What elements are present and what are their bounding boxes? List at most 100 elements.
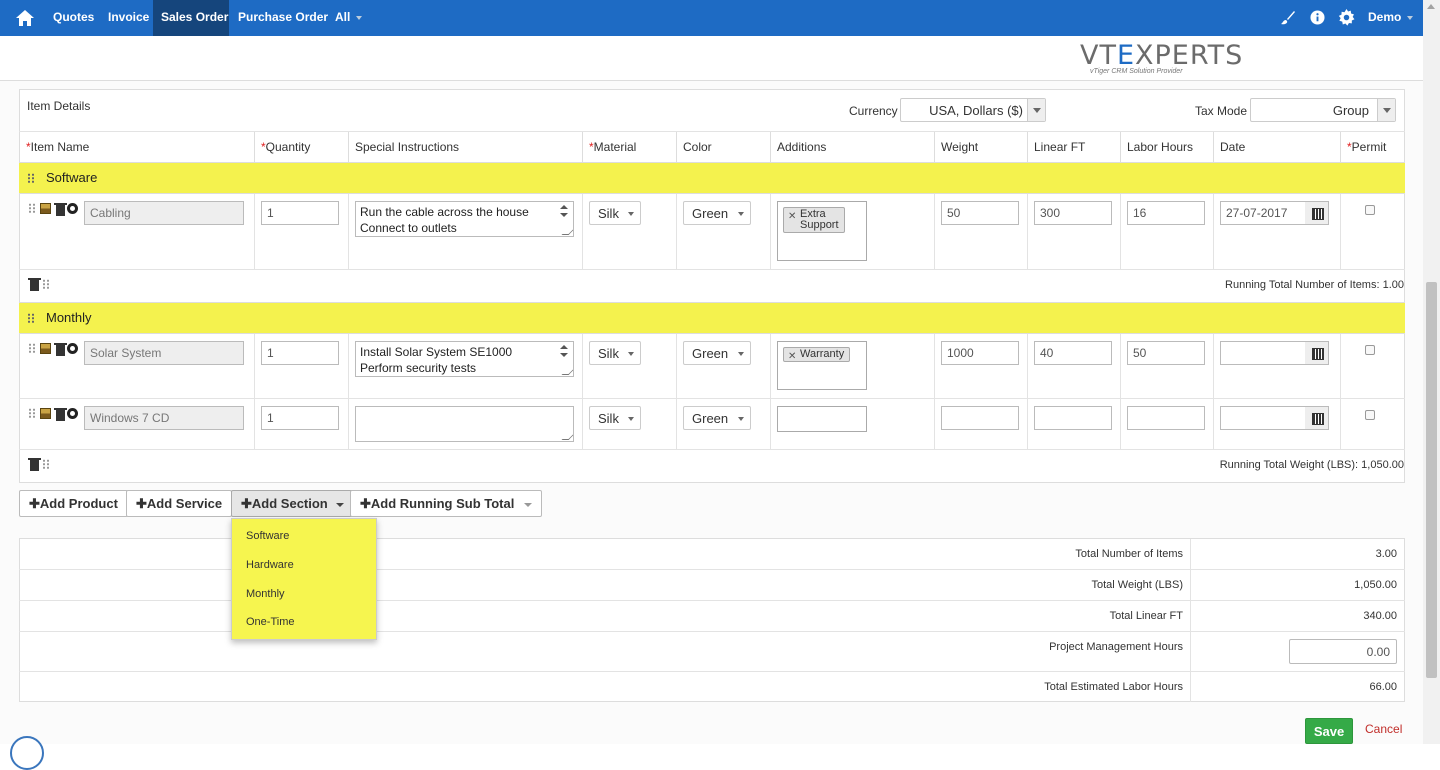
quantity-input[interactable]: 1 (261, 406, 339, 430)
total-labor-hours-value: 66.00 (1369, 681, 1397, 693)
add-product-button[interactable]: ✚Add Product (19, 490, 128, 517)
section-header-monthly[interactable]: Monthly (19, 302, 1405, 334)
item-name-input[interactable]: Solar System (84, 341, 244, 365)
labor-hours-input[interactable]: 50 (1127, 341, 1205, 365)
labor-hours-input[interactable] (1127, 406, 1205, 430)
color-select[interactable]: Green (683, 341, 751, 365)
scroll-thumb[interactable] (1426, 282, 1437, 678)
delete-icon[interactable] (54, 343, 67, 356)
gear-icon[interactable] (1338, 9, 1355, 26)
labor-hours-input[interactable]: 16 (1127, 201, 1205, 225)
nav-all[interactable]: All (327, 0, 370, 36)
image-icon[interactable] (40, 343, 51, 354)
add-section-button[interactable]: ✚Add Section (231, 490, 354, 517)
brush-icon[interactable] (1280, 10, 1296, 26)
permit-checkbox[interactable] (1365, 345, 1375, 355)
calendar-icon[interactable] (1305, 406, 1329, 430)
addition-chip[interactable]: ✕ Extra Support (783, 207, 845, 233)
linear-ft-input[interactable] (1034, 406, 1112, 430)
permit-checkbox[interactable] (1365, 205, 1375, 215)
remove-chip-icon[interactable]: ✕ (788, 351, 796, 362)
date-input[interactable]: 27-07-2017 (1220, 201, 1306, 225)
divider (348, 194, 349, 269)
weight-input[interactable]: 1000 (941, 341, 1019, 365)
remove-circle-icon[interactable] (67, 203, 78, 214)
chevron-down-icon (1377, 99, 1395, 121)
material-select[interactable]: Silk (589, 341, 641, 365)
save-button[interactable]: Save (1305, 718, 1353, 744)
drag-handle-icon[interactable] (28, 343, 35, 353)
calendar-icon[interactable] (1305, 341, 1329, 365)
drag-handle-icon[interactable] (28, 203, 35, 213)
material-select[interactable]: Silk (589, 406, 641, 430)
nav-invoice[interactable]: Invoice (100, 0, 157, 36)
spinner-icon[interactable] (560, 345, 569, 359)
col-color: Color (676, 132, 712, 162)
instruction-line: Perform security tests (360, 361, 477, 375)
item-name-input[interactable]: Windows 7 CD (84, 406, 244, 430)
user-menu[interactable]: Demo (1360, 0, 1421, 36)
page-scrollbar[interactable] (1423, 0, 1440, 744)
color-select[interactable]: Green (683, 406, 751, 430)
chat-widget-icon[interactable] (10, 736, 44, 770)
material-value: Silk (598, 206, 619, 221)
addition-chip[interactable]: ✕ Warranty (783, 347, 851, 362)
special-instructions-textarea[interactable]: Run the cable across the house Connect to… (355, 201, 574, 237)
divider (1340, 334, 1341, 449)
remove-circle-icon[interactable] (67, 408, 78, 419)
menu-item-monthly[interactable]: Monthly (246, 588, 285, 600)
currency-select[interactable]: USA, Dollars ($) (900, 98, 1046, 122)
linear-ft-input[interactable]: 300 (1034, 201, 1112, 225)
image-icon[interactable] (40, 203, 51, 214)
info-icon[interactable] (1310, 10, 1325, 25)
delete-icon[interactable] (54, 203, 67, 216)
additions-multiselect[interactable]: ✕ Extra Support (777, 201, 867, 261)
total-linear-ft-value: 340.00 (1363, 610, 1397, 622)
menu-item-software[interactable]: Software (246, 530, 289, 542)
section-header-software[interactable]: Software (19, 162, 1405, 194)
image-icon[interactable] (40, 408, 51, 419)
resize-handle-icon[interactable] (561, 433, 573, 440)
tax-mode-select[interactable]: Group (1250, 98, 1396, 122)
menu-item-one-time[interactable]: One-Time (246, 616, 295, 628)
menu-item-hardware[interactable]: Hardware (246, 559, 294, 571)
drag-handle-icon[interactable] (42, 459, 49, 469)
remove-chip-icon[interactable]: ✕ (788, 211, 796, 222)
project-management-hours-input[interactable]: 0.00 (1289, 639, 1397, 664)
delete-section-icon[interactable] (28, 458, 41, 471)
linear-ft-input[interactable]: 40 (1034, 341, 1112, 365)
material-select[interactable]: Silk (589, 201, 641, 225)
delete-icon[interactable] (54, 408, 67, 421)
special-instructions-textarea[interactable] (355, 406, 574, 442)
permit-checkbox[interactable] (1365, 410, 1375, 420)
additions-multiselect[interactable] (777, 406, 867, 432)
add-service-button[interactable]: ✚Add Service (126, 490, 233, 517)
additions-multiselect[interactable]: ✕ Warranty (777, 341, 867, 390)
item-name-input[interactable]: Cabling (84, 201, 244, 225)
date-input[interactable] (1220, 406, 1306, 430)
delete-section-icon[interactable] (28, 278, 41, 291)
add-running-sub-total-button[interactable]: ✚Add Running Sub Total (350, 490, 543, 517)
quantity-input[interactable]: 1 (261, 341, 339, 365)
drag-handle-icon[interactable] (42, 279, 49, 289)
nav-purchase-order[interactable]: Purchase Order (230, 0, 336, 36)
scroll-up-arrow[interactable] (1427, 4, 1435, 9)
nav-quotes[interactable]: Quotes (45, 0, 102, 36)
tax-mode-label: Tax Mode (1195, 104, 1248, 118)
nav-sales-order[interactable]: Sales Order (153, 0, 229, 36)
total-items-label: Total Number of Items (1075, 548, 1183, 560)
weight-input[interactable]: 50 (941, 201, 1019, 225)
quantity-input[interactable]: 1 (261, 201, 339, 225)
calendar-icon[interactable] (1305, 201, 1329, 225)
drag-handle-icon[interactable] (28, 408, 35, 418)
drag-handle-icon[interactable] (27, 173, 34, 183)
date-input[interactable] (1220, 341, 1306, 365)
home-icon[interactable] (12, 8, 38, 28)
weight-input[interactable] (941, 406, 1019, 430)
remove-circle-icon[interactable] (67, 343, 78, 354)
color-select[interactable]: Green (683, 201, 751, 225)
special-instructions-textarea[interactable]: Install Solar System SE1000 Perform secur… (355, 341, 574, 377)
drag-handle-icon[interactable] (27, 313, 34, 323)
cancel-link[interactable]: Cancel (1365, 722, 1402, 736)
spinner-icon[interactable] (560, 205, 569, 219)
